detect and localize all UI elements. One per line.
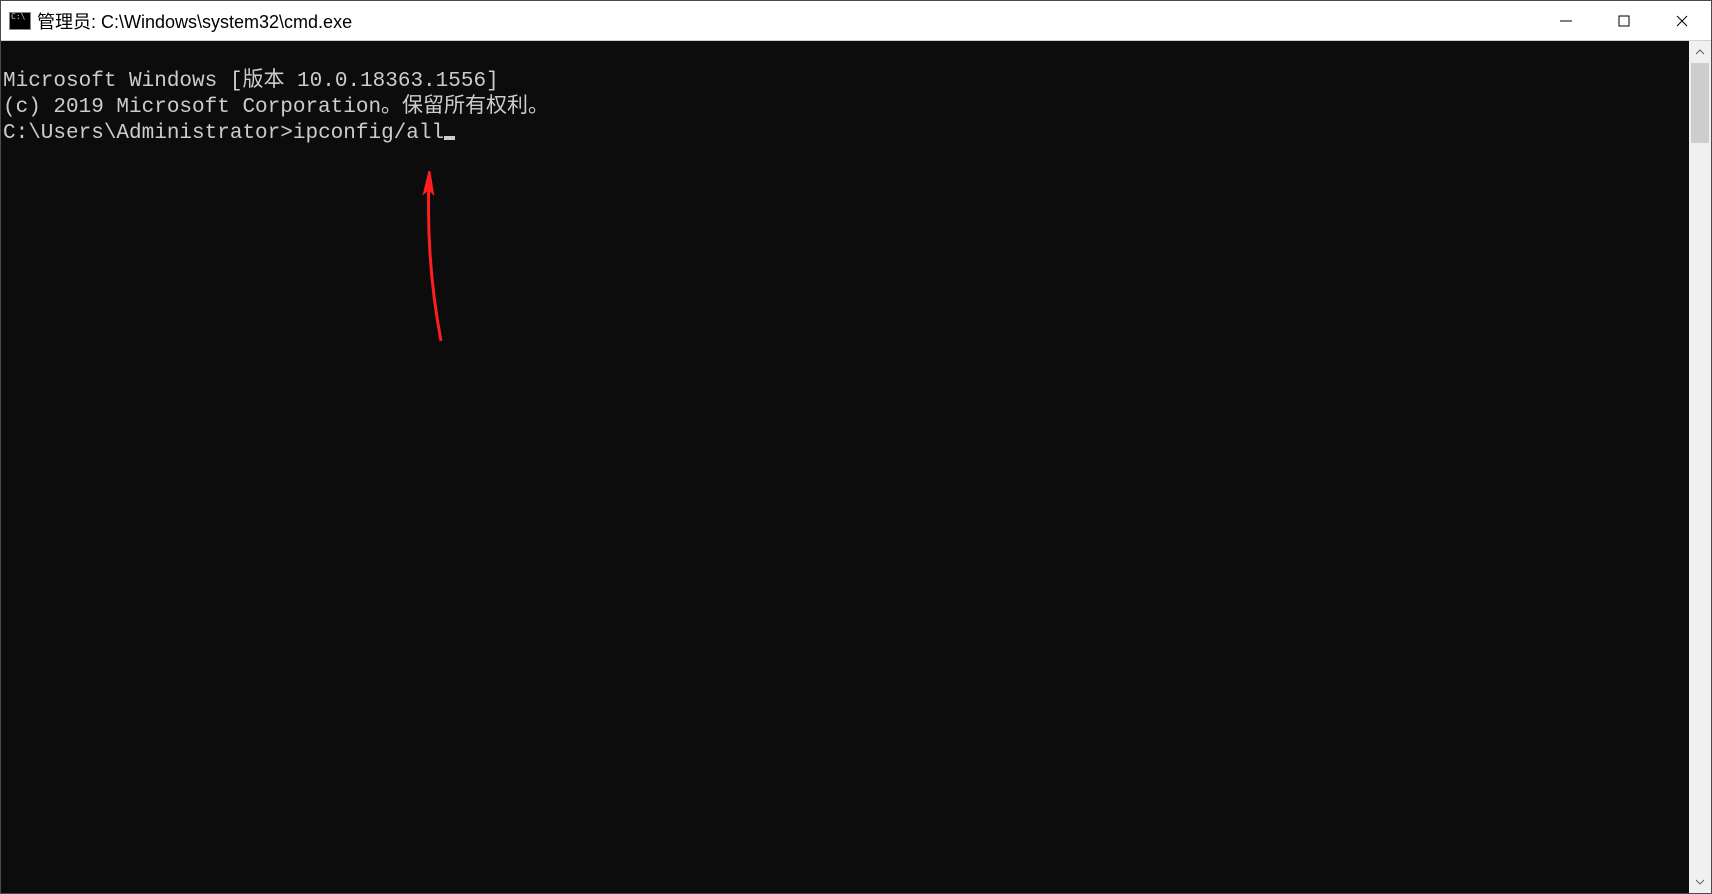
close-icon bbox=[1675, 14, 1689, 28]
minimize-button[interactable] bbox=[1537, 1, 1595, 40]
scroll-up-button[interactable] bbox=[1689, 41, 1711, 63]
prompt-text: C:\Users\Administrator> bbox=[3, 122, 293, 145]
cmd-icon bbox=[9, 12, 31, 30]
vertical-scrollbar[interactable] bbox=[1689, 41, 1711, 893]
window-controls bbox=[1537, 1, 1711, 40]
window-title: 管理员: C:\Windows\system32\cmd.exe bbox=[37, 8, 1537, 34]
terminal-prompt-line: C:\Users\Administrator>ipconfig/all bbox=[3, 121, 1689, 147]
terminal-line: Microsoft Windows [版本 10.0.18363.1556] bbox=[3, 69, 1689, 95]
command-text: ipconfig/all bbox=[293, 122, 444, 145]
cmd-window: 管理员: C:\Windows\system32\cmd.exe Microso… bbox=[0, 0, 1712, 894]
terminal[interactable]: Microsoft Windows [版本 10.0.18363.1556](c… bbox=[1, 41, 1689, 893]
maximize-icon bbox=[1617, 14, 1631, 28]
scroll-thumb[interactable] bbox=[1691, 63, 1709, 143]
cursor bbox=[444, 136, 455, 140]
titlebar[interactable]: 管理员: C:\Windows\system32\cmd.exe bbox=[1, 1, 1711, 41]
close-button[interactable] bbox=[1653, 1, 1711, 40]
maximize-button[interactable] bbox=[1595, 1, 1653, 40]
terminal-area: Microsoft Windows [版本 10.0.18363.1556](c… bbox=[1, 41, 1711, 893]
chevron-up-icon bbox=[1695, 49, 1705, 55]
chevron-down-icon bbox=[1695, 879, 1705, 885]
scroll-down-button[interactable] bbox=[1689, 871, 1711, 893]
minimize-icon bbox=[1559, 14, 1573, 28]
terminal-line: (c) 2019 Microsoft Corporation。保留所有权利。 bbox=[3, 95, 1689, 121]
scroll-track[interactable] bbox=[1689, 63, 1711, 871]
annotation-arrow-icon bbox=[411, 171, 471, 351]
